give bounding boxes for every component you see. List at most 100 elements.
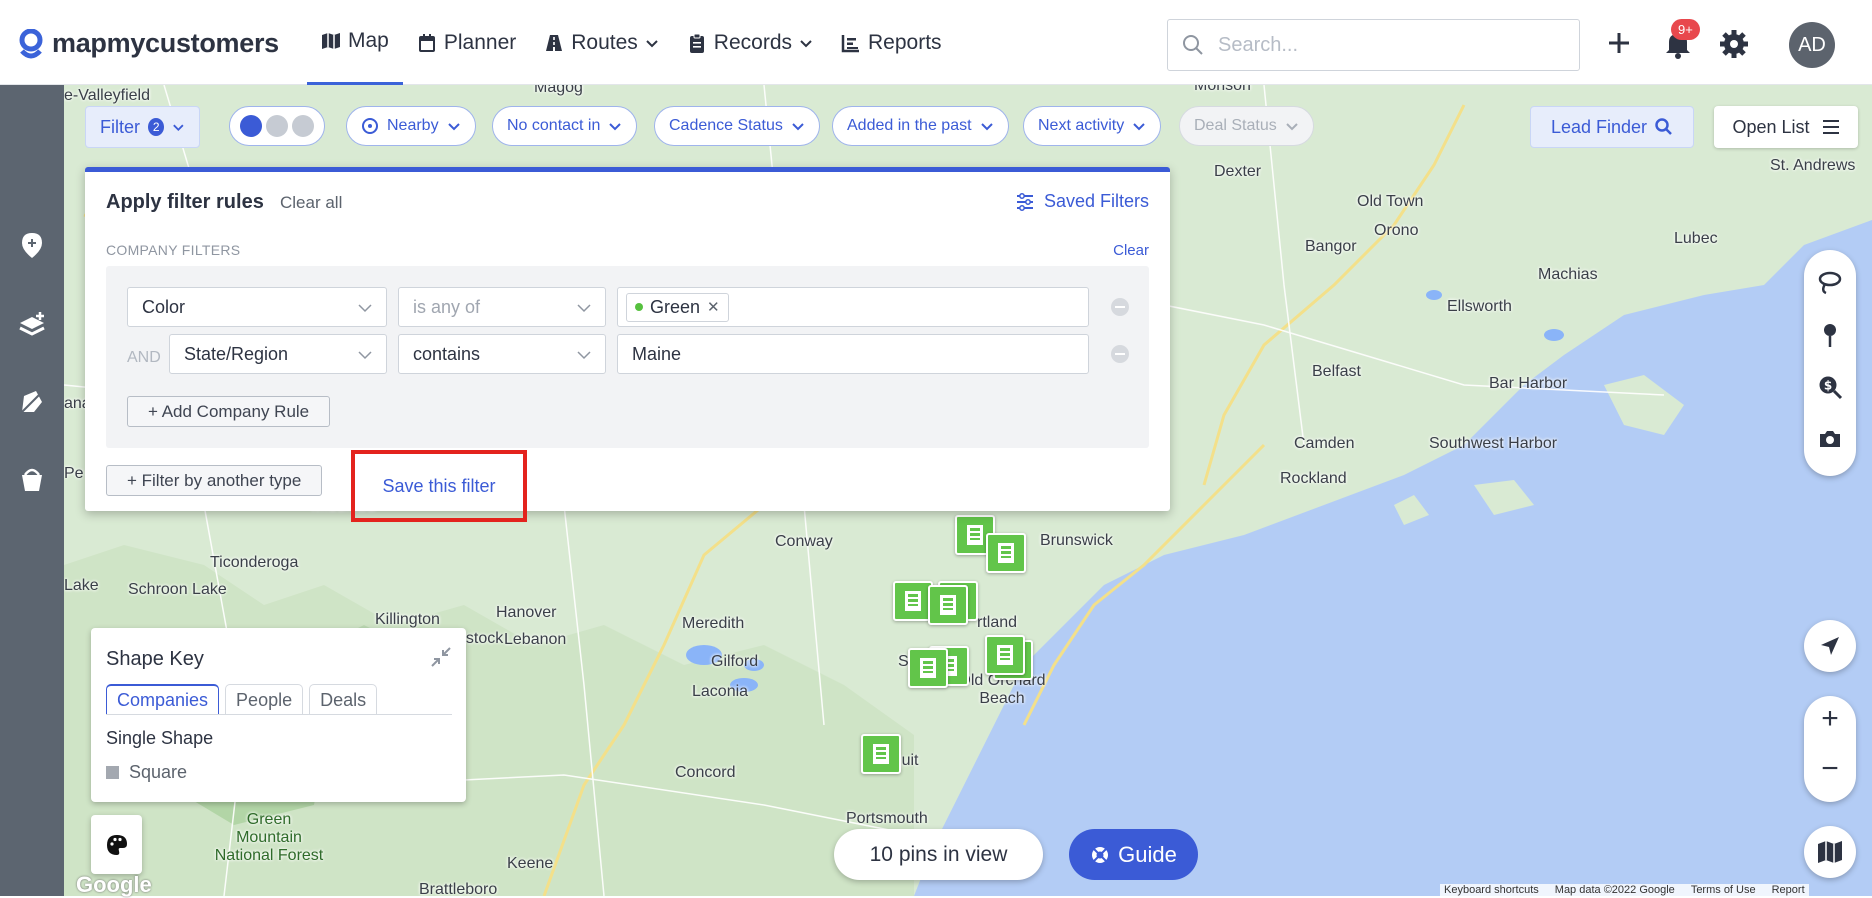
nav-planner[interactable]: Planner [403, 0, 530, 85]
nav-routes[interactable]: Routes [530, 0, 673, 85]
added-in-past-chip[interactable]: Added in the past [832, 106, 1009, 146]
map-label: e-Valleyfield [64, 87, 150, 104]
nav-records[interactable]: Records [673, 0, 827, 85]
tab-deals[interactable]: Deals [309, 684, 378, 715]
left-tool-rail [0, 85, 64, 896]
map-label: Brattleboro [419, 881, 498, 896]
guide-label: Guide [1118, 841, 1177, 867]
person-type-icon[interactable] [266, 115, 288, 137]
territory-icon[interactable] [18, 388, 46, 416]
rule-operator-value: contains [413, 343, 481, 364]
main-nav: Map Planner Routes Records Reports [307, 0, 956, 85]
map-label: Keene [507, 855, 554, 872]
save-this-filter-button[interactable]: Save this filter [351, 450, 527, 522]
map-label: Camden [1294, 435, 1355, 452]
open-list-button[interactable]: Open List [1714, 106, 1858, 148]
gear-icon[interactable] [1718, 28, 1750, 60]
pin-tool-icon[interactable] [18, 231, 46, 259]
company-type-icon[interactable] [240, 115, 262, 137]
color-palette-button[interactable] [91, 815, 142, 874]
rule-field-select[interactable]: State/Region [169, 334, 387, 374]
remove-tag-icon[interactable]: ✕ [707, 298, 720, 316]
tab-people[interactable]: People [225, 684, 304, 715]
rule-field-select[interactable]: Color [127, 287, 387, 327]
guide-button[interactable]: Guide [1069, 829, 1198, 880]
company-filters-label: COMPANY FILTERS [106, 242, 241, 258]
google-logo: Google [76, 872, 152, 897]
search-input[interactable] [1218, 33, 1558, 57]
remove-rule-icon[interactable] [1111, 345, 1129, 363]
value-tag[interactable]: Green ✕ [626, 292, 729, 322]
rule-operator-select[interactable]: is any of [398, 287, 606, 327]
nav-map[interactable]: Map [307, 0, 403, 85]
keyboard-shortcuts-link[interactable]: Keyboard shortcuts [1444, 884, 1539, 896]
map-type-button[interactable] [1804, 826, 1856, 878]
company-pin[interactable] [908, 648, 948, 688]
rule-value-multiselect[interactable]: Green ✕ [617, 287, 1089, 327]
camera-icon[interactable] [1817, 426, 1843, 452]
lead-finder-button[interactable]: Lead Finder [1530, 106, 1694, 148]
no-contact-chip[interactable]: No contact in [492, 106, 638, 146]
cadence-status-chip[interactable]: Cadence Status [654, 106, 820, 146]
logo-icon [19, 28, 43, 58]
map-label: St. Andrews [1770, 157, 1856, 174]
locate-me-button[interactable] [1804, 620, 1856, 672]
pins-in-view-counter: 10 pins in view [834, 829, 1043, 880]
map-label: Portsmouth [846, 810, 928, 827]
layers-add-icon[interactable] [18, 311, 46, 339]
zoom-out-button[interactable]: − [1804, 752, 1856, 786]
open-list-label: Open List [1732, 116, 1810, 137]
filter-button[interactable]: Filter 2 [85, 106, 200, 148]
company-pin[interactable] [861, 734, 901, 774]
filter-by-another-type-button[interactable]: + Filter by another type [106, 465, 323, 496]
chevron-down-icon [792, 123, 804, 131]
chevron-down-icon [447, 123, 460, 131]
deal-type-icon[interactable] [292, 115, 314, 137]
shape-key-tabs: Companies People Deals [106, 684, 378, 715]
filter-label: Filter [100, 116, 140, 137]
terms-link[interactable]: Terms of Use [1691, 884, 1756, 896]
shape-key-title: Shape Key [106, 648, 204, 670]
company-pin[interactable] [893, 581, 933, 621]
rule-value-input[interactable]: Maine [617, 334, 1089, 374]
lasso-icon[interactable] [1817, 269, 1843, 295]
saved-filters-link[interactable]: Saved Filters [1016, 191, 1149, 212]
user-avatar[interactable]: AD [1789, 22, 1835, 68]
remove-rule-icon[interactable] [1111, 298, 1129, 316]
tab-companies[interactable]: Companies [106, 684, 220, 715]
nav-map-label: Map [348, 29, 389, 52]
search-box[interactable] [1167, 19, 1580, 71]
map-label: Bangor [1305, 238, 1357, 255]
nav-routes-label: Routes [571, 30, 638, 54]
company-filters-clear-link[interactable]: Clear [1113, 242, 1149, 259]
clear-all-link[interactable]: Clear all [280, 193, 342, 213]
notification-badge: 9+ [1671, 19, 1700, 40]
bucket-icon[interactable] [18, 465, 46, 493]
app-logo[interactable]: mapmycustomers [18, 28, 279, 59]
nearby-chip[interactable]: Nearby [346, 106, 476, 146]
record-type-toggle[interactable] [229, 106, 325, 146]
lead-search-icon[interactable]: $ [1817, 374, 1843, 400]
company-pin[interactable] [986, 533, 1026, 573]
company-pin[interactable] [928, 585, 968, 625]
collapse-icon[interactable] [430, 646, 452, 668]
map-label: Lebanon [504, 631, 567, 648]
zoom-control: + − [1804, 696, 1856, 802]
company-pin[interactable] [985, 635, 1025, 675]
company-rules-box: Color is any of Green ✕ AND State/Region… [106, 266, 1149, 448]
next-activity-chip[interactable]: Next activity [1023, 106, 1162, 146]
pin-drop-icon[interactable] [1817, 322, 1843, 348]
add-icon[interactable] [1604, 28, 1634, 58]
nav-reports[interactable]: Reports [827, 0, 956, 85]
map-label: Killington [375, 611, 440, 628]
rule-operator-value: is any of [413, 296, 481, 317]
navigation-arrow-icon [1821, 637, 1839, 655]
map-label: Orono [1374, 222, 1419, 239]
lead-finder-label: Lead Finder [1550, 116, 1648, 137]
report-link[interactable]: Report [1772, 884, 1805, 896]
rule-operator-select[interactable]: contains [398, 334, 606, 374]
add-company-rule-button[interactable]: + Add Company Rule [127, 396, 331, 427]
value-tag-label: Green [650, 296, 701, 317]
logo-text: mapmycustomers [52, 28, 279, 58]
zoom-in-button[interactable]: + [1804, 702, 1856, 736]
